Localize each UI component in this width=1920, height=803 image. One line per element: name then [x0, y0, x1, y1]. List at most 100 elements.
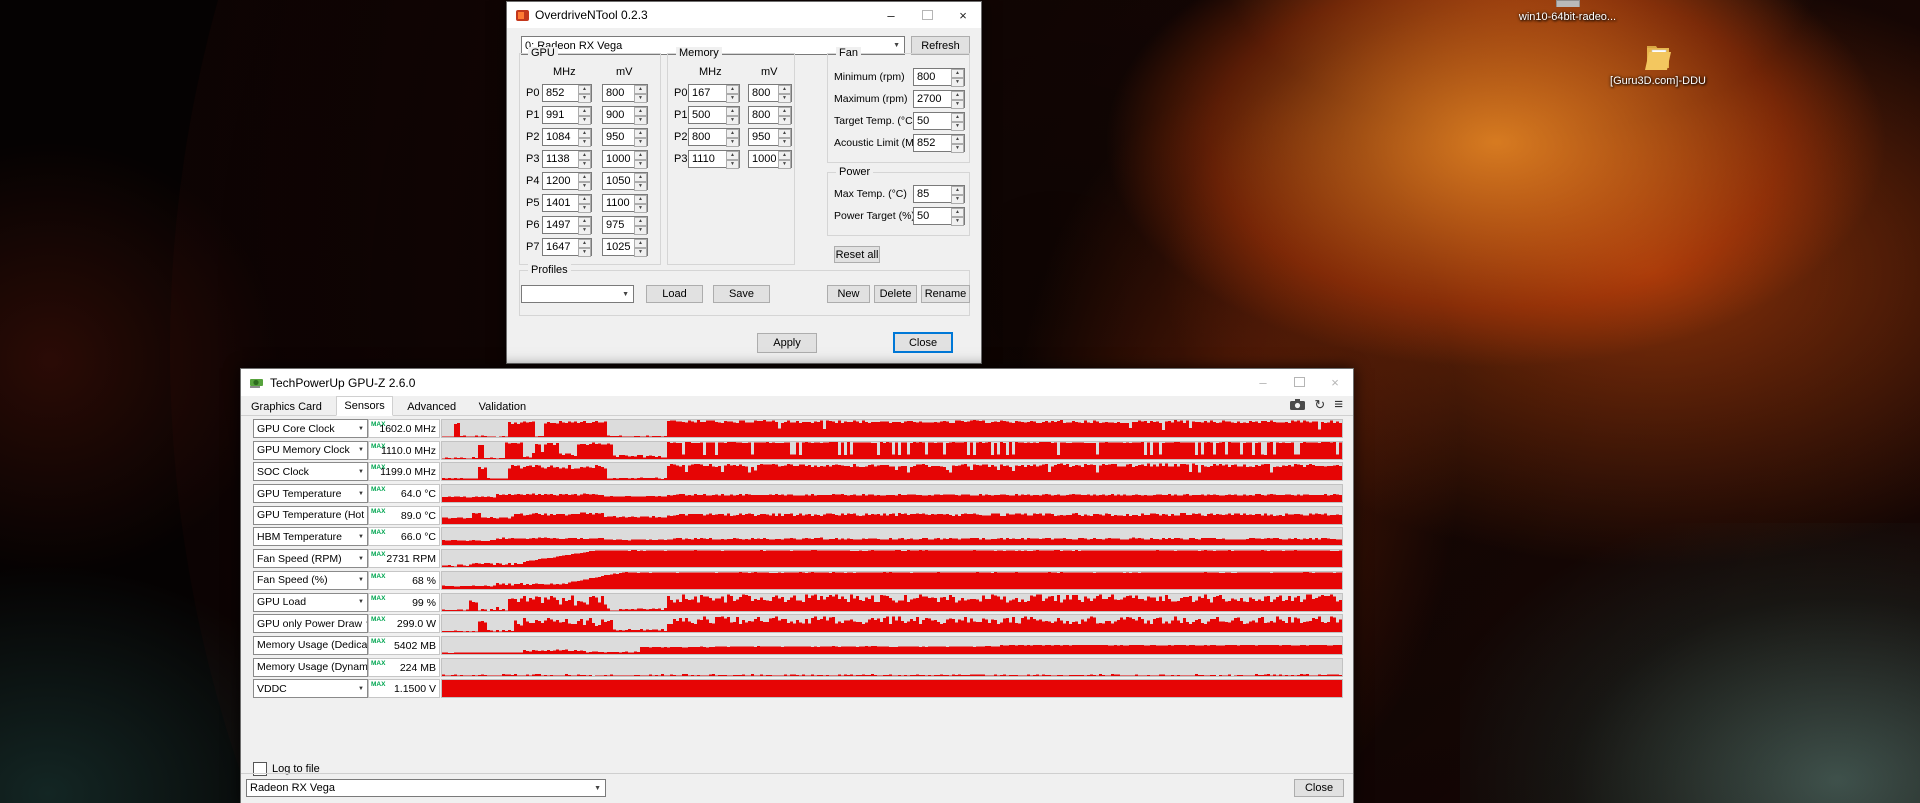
spinner-updown[interactable]: ▲ ▼ — [778, 129, 791, 147]
gpu-p4-mhz-spinner[interactable]: 1200 ▲ ▼ — [542, 172, 592, 191]
spinner-value[interactable]: 2700 — [914, 91, 951, 107]
gpu-p4-mv-spinner[interactable]: 1050 ▲ ▼ — [602, 172, 648, 191]
spinner-updown[interactable]: ▲ ▼ — [951, 113, 964, 131]
spinner-updown[interactable]: ▲ ▼ — [578, 239, 591, 257]
load-button[interactable]: Load — [646, 285, 703, 303]
gpu-p5-mv-spinner[interactable]: 1100 ▲ ▼ — [602, 194, 648, 213]
spinner-value[interactable]: 800 — [749, 85, 778, 101]
desktop-icon-guru3d-ddu[interactable]: [Guru3D.com]-DDU — [1610, 43, 1706, 87]
spinner-updown[interactable]: ▲ ▼ — [578, 195, 591, 213]
spinner-updown[interactable]: ▲ ▼ — [634, 195, 647, 213]
menu-icon[interactable]: ≡ — [1334, 397, 1343, 412]
spinner-value[interactable]: 900 — [603, 107, 634, 123]
spinner-value[interactable]: 1050 — [603, 173, 634, 189]
fan-min-spinner[interactable]: 800 ▲ ▼ — [913, 68, 965, 87]
minimize-button[interactable]: – — [873, 2, 909, 28]
spinner-value[interactable]: 1000 — [749, 151, 778, 167]
spinner-updown[interactable]: ▲ ▼ — [634, 85, 647, 103]
gpu-p7-mhz-spinner[interactable]: 1647 ▲ ▼ — [542, 238, 592, 257]
gpu-p6-mhz-spinner[interactable]: 1497 ▲ ▼ — [542, 216, 592, 235]
gpu-p2-mhz-spinner[interactable]: 1084 ▲ ▼ — [542, 128, 592, 147]
spinner-value[interactable]: 1000 — [603, 151, 634, 167]
mem-p3-mv-spinner[interactable]: 1000 ▲ ▼ — [748, 150, 792, 169]
sensor-select[interactable]: GPU Temperature (Hot Spot)▼ — [253, 505, 368, 525]
mem-p0-mv-spinner[interactable]: 800 ▲ ▼ — [748, 84, 792, 103]
refresh-icon[interactable]: ↻ — [1314, 398, 1325, 411]
spinner-updown[interactable]: ▲ ▼ — [634, 107, 647, 125]
save-button[interactable]: Save — [713, 285, 770, 303]
gpu-p2-mv-spinner[interactable]: 950 ▲ ▼ — [602, 128, 648, 147]
mem-p1-mv-spinner[interactable]: 800 ▲ ▼ — [748, 106, 792, 125]
delete-profile-button[interactable]: Delete — [874, 285, 917, 303]
spinner-updown[interactable]: ▲ ▼ — [951, 208, 964, 226]
sensor-select[interactable]: SOC Clock ▼ — [253, 462, 368, 482]
acoustic-limit-spinner[interactable]: 852 ▲ ▼ — [913, 134, 965, 153]
mem-p2-mv-spinner[interactable]: 950 ▲ ▼ — [748, 128, 792, 147]
spinner-value[interactable]: 1084 — [543, 129, 578, 145]
spinner-value[interactable]: 85 — [914, 186, 951, 202]
gpu-p0-mhz-spinner[interactable]: 852 ▲ ▼ — [542, 84, 592, 103]
spinner-value[interactable]: 800 — [749, 107, 778, 123]
spinner-updown[interactable]: ▲ ▼ — [726, 85, 739, 103]
new-profile-button[interactable]: New — [827, 285, 870, 303]
profile-select[interactable]: ▼ — [521, 285, 634, 303]
spinner-value[interactable]: 50 — [914, 208, 951, 224]
spinner-updown[interactable]: ▲ ▼ — [578, 129, 591, 147]
gpu-p0-mv-spinner[interactable]: 800 ▲ ▼ — [602, 84, 648, 103]
apply-button[interactable]: Apply — [757, 333, 817, 353]
fan-target-temp-spinner[interactable]: 50 ▲ ▼ — [913, 112, 965, 131]
fan-max-spinner[interactable]: 2700 ▲ ▼ — [913, 90, 965, 109]
tab-validation[interactable]: Validation — [471, 398, 535, 417]
spinner-updown[interactable]: ▲ ▼ — [778, 151, 791, 169]
tab-advanced[interactable]: Advanced — [399, 398, 464, 417]
spinner-updown[interactable]: ▲ ▼ — [578, 151, 591, 169]
spinner-value[interactable]: 991 — [543, 107, 578, 123]
sensor-select[interactable]: GPU Core Clock ▼ — [253, 419, 368, 438]
spinner-value[interactable]: 167 — [689, 85, 726, 101]
sensor-select[interactable]: GPU Memory Clock ▼ — [253, 440, 368, 460]
close-window-button[interactable]: × — [945, 2, 981, 28]
desktop-icon-win10-radeon[interactable]: win10-64bit-radeo... — [1505, 0, 1630, 23]
spinner-value[interactable]: 800 — [603, 85, 634, 101]
minimize-button[interactable]: – — [1245, 369, 1281, 395]
spinner-value[interactable]: 1110 — [689, 151, 726, 167]
mem-p3-mhz-spinner[interactable]: 1110 ▲ ▼ — [688, 150, 740, 169]
mem-p1-mhz-spinner[interactable]: 500 ▲ ▼ — [688, 106, 740, 125]
tab-graphics-card[interactable]: Graphics Card — [243, 398, 330, 417]
spinner-value[interactable]: 1200 — [543, 173, 578, 189]
spinner-updown[interactable]: ▲ ▼ — [726, 129, 739, 147]
spinner-value[interactable]: 852 — [914, 135, 951, 151]
spinner-updown[interactable]: ▲ ▼ — [951, 135, 964, 153]
spinner-updown[interactable]: ▲ ▼ — [578, 217, 591, 235]
sensor-select[interactable]: HBM Temperature ▼ — [253, 527, 368, 547]
rename-profile-button[interactable]: Rename — [921, 285, 970, 303]
sensor-select[interactable]: Memory Usage (Dynamic)▼ — [253, 657, 368, 677]
spinner-value[interactable]: 1647 — [543, 239, 578, 255]
spinner-updown[interactable]: ▲ ▼ — [634, 151, 647, 169]
power-target-spinner[interactable]: 50 ▲ ▼ — [913, 207, 965, 226]
gpu-p6-mv-spinner[interactable]: 975 ▲ ▼ — [602, 216, 648, 235]
gpu-p1-mhz-spinner[interactable]: 991 ▲ ▼ — [542, 106, 592, 125]
gpu-p3-mv-spinner[interactable]: 1000 ▲ ▼ — [602, 150, 648, 169]
spinner-value[interactable]: 1497 — [543, 217, 578, 233]
spinner-value[interactable]: 852 — [543, 85, 578, 101]
spinner-updown[interactable]: ▲ ▼ — [726, 107, 739, 125]
spinner-value[interactable]: 500 — [689, 107, 726, 123]
gpu-p7-mv-spinner[interactable]: 1025 ▲ ▼ — [602, 238, 648, 257]
ont-close-button[interactable]: Close — [893, 332, 953, 353]
gpu-p1-mv-spinner[interactable]: 900 ▲ ▼ — [602, 106, 648, 125]
sensor-select[interactable]: GPU only Power Draw▼ — [253, 614, 368, 634]
spinner-updown[interactable]: ▲ ▼ — [578, 107, 591, 125]
spinner-updown[interactable]: ▲ ▼ — [634, 173, 647, 191]
spinner-updown[interactable]: ▲ ▼ — [578, 85, 591, 103]
sensor-select[interactable]: VDDC ▼ — [253, 679, 368, 699]
spinner-updown[interactable]: ▲ ▼ — [951, 91, 964, 109]
spinner-updown[interactable]: ▲ ▼ — [578, 173, 591, 191]
gpuz-titlebar[interactable]: TechPowerUp GPU-Z 2.6.0 – × — [241, 369, 1353, 396]
overdriventool-titlebar[interactable]: OverdriveNTool 0.2.3 – × — [507, 2, 981, 28]
spinner-value[interactable]: 1401 — [543, 195, 578, 211]
spinner-updown[interactable]: ▲ ▼ — [778, 107, 791, 125]
spinner-value[interactable]: 950 — [603, 129, 634, 145]
spinner-updown[interactable]: ▲ ▼ — [634, 217, 647, 235]
sensor-select[interactable]: Fan Speed (%) ▼ — [253, 570, 368, 590]
